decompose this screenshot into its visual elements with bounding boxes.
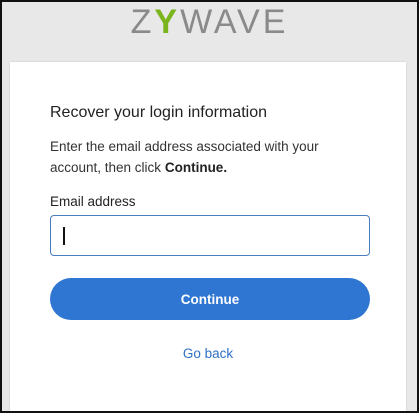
recover-card: Recover your login information Enter the… xyxy=(10,62,406,411)
logo-text-right: WAVE xyxy=(180,3,289,41)
page-title: Recover your login information xyxy=(50,104,267,121)
email-label: Email address xyxy=(50,194,136,209)
continue-button[interactable]: Continue xyxy=(50,278,370,320)
go-back-link[interactable]: Go back xyxy=(10,346,406,361)
text-caret xyxy=(63,227,65,245)
zywave-logo: ZYWAVE xyxy=(2,4,417,40)
logo-text-left: Z xyxy=(130,3,155,41)
instructions-text: Enter the email address associated with … xyxy=(50,136,370,178)
instructions-continue-emphasis: Continue. xyxy=(164,160,228,175)
logo-mark: Y xyxy=(154,3,181,41)
email-input[interactable] xyxy=(50,215,370,256)
login-window: ZYWAVE Recover your login information En… xyxy=(0,0,419,413)
